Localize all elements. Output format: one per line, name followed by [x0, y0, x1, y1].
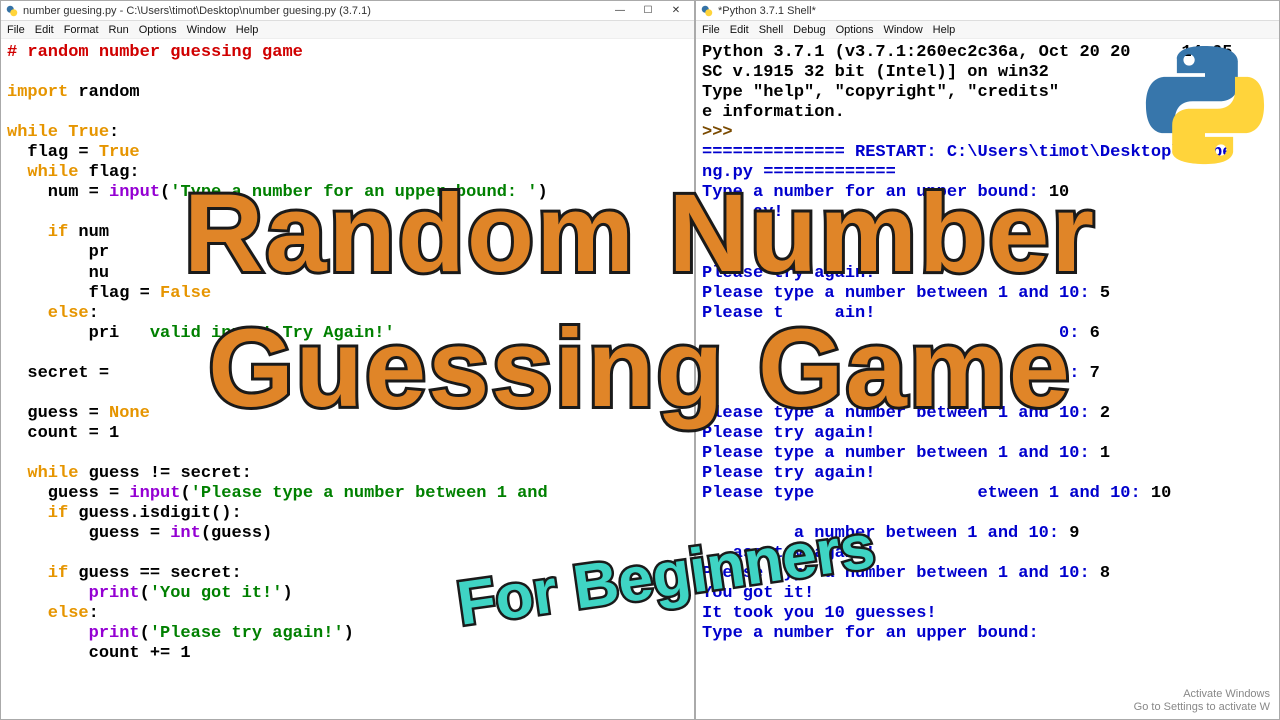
- menu-debug[interactable]: Debug: [793, 24, 825, 36]
- python-file-icon: [5, 4, 19, 18]
- menu-options[interactable]: Options: [836, 24, 874, 36]
- menu-options[interactable]: Options: [139, 24, 177, 36]
- editor-code[interactable]: # random number guessing game import ran…: [1, 39, 694, 719]
- shell-output[interactable]: Python 3.7.1 (v3.7.1:260ec2c36a, Oct 20 …: [696, 39, 1279, 719]
- python-shell-icon: [700, 4, 714, 18]
- menu-shell[interactable]: Shell: [759, 24, 783, 36]
- maximize-button[interactable]: ☐: [634, 2, 662, 20]
- menu-help[interactable]: Help: [933, 24, 956, 36]
- menu-help[interactable]: Help: [236, 24, 259, 36]
- menu-window[interactable]: Window: [884, 24, 923, 36]
- shell-title: *Python 3.7.1 Shell*: [718, 5, 1275, 17]
- editor-window: number guesing.py - C:\Users\timot\Deskt…: [0, 0, 695, 720]
- editor-titlebar[interactable]: number guesing.py - C:\Users\timot\Deskt…: [1, 1, 694, 21]
- close-button[interactable]: ✕: [662, 2, 690, 20]
- shell-titlebar[interactable]: *Python 3.7.1 Shell*: [696, 1, 1279, 21]
- editor-title: number guesing.py - C:\Users\timot\Deskt…: [23, 5, 606, 17]
- shell-window: *Python 3.7.1 Shell* File Edit Shell Deb…: [695, 0, 1280, 720]
- editor-menubar: File Edit Format Run Options Window Help: [1, 21, 694, 39]
- menu-edit[interactable]: Edit: [35, 24, 54, 36]
- minimize-button[interactable]: —: [606, 2, 634, 20]
- menu-window[interactable]: Window: [187, 24, 226, 36]
- menu-file[interactable]: File: [702, 24, 720, 36]
- menu-edit[interactable]: Edit: [730, 24, 749, 36]
- shell-menubar: File Edit Shell Debug Options Window Hel…: [696, 21, 1279, 39]
- menu-run[interactable]: Run: [109, 24, 129, 36]
- menu-file[interactable]: File: [7, 24, 25, 36]
- menu-format[interactable]: Format: [64, 24, 99, 36]
